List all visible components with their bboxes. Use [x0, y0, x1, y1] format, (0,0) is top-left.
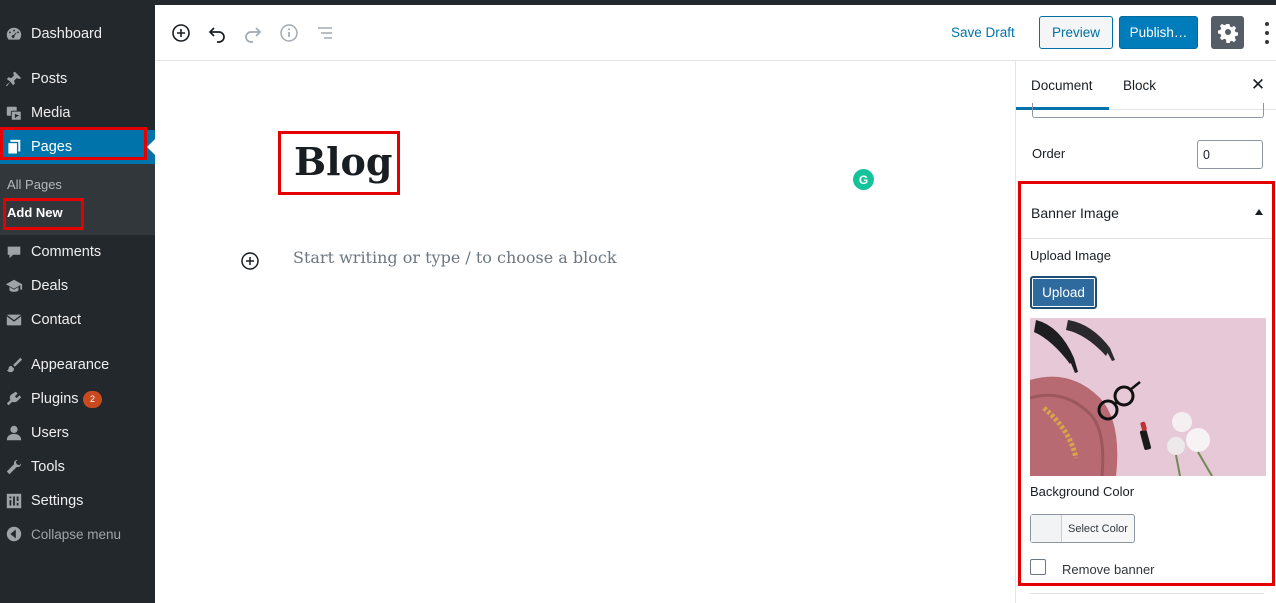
background-color-label: Background Color: [1030, 484, 1135, 499]
dashboard-icon: [4, 24, 24, 44]
banner-image-section: Banner Image Upload Image Upload Backgro…: [1018, 181, 1275, 586]
banner-image-header[interactable]: Banner Image: [1021, 184, 1272, 239]
sidebar-item-plugins[interactable]: Plugins 2: [0, 382, 155, 416]
add-block-icon[interactable]: [169, 21, 193, 45]
sidebar-item-label: Collapse menu: [31, 526, 122, 542]
graduation-cap-icon: [4, 276, 24, 296]
banner-image-preview: [1030, 318, 1266, 476]
media-icon: [4, 103, 24, 123]
partial-input-field[interactable]: [1032, 103, 1264, 118]
sidebar-item-label: Plugins: [31, 391, 79, 407]
sidebar-item-label: Deals: [31, 278, 69, 294]
sidebar-item-label: Pages: [31, 139, 73, 155]
sidebar-item-label: Comments: [31, 244, 102, 260]
order-label: Order: [1032, 146, 1066, 161]
update-count-badge: 2: [83, 390, 102, 408]
settings-toggle-button[interactable]: [1211, 16, 1244, 49]
sidebar-item-label: Posts: [31, 71, 68, 87]
tab-block[interactable]: Block: [1123, 78, 1156, 93]
sidebar-item-label: Dashboard: [31, 26, 102, 42]
redo-icon[interactable]: [241, 21, 265, 45]
save-draft-link[interactable]: Save Draft: [951, 25, 1015, 40]
inline-add-block-button[interactable]: [240, 251, 260, 271]
submenu-add-new[interactable]: Add New: [7, 205, 63, 220]
pin-icon: [4, 69, 24, 89]
sidebar-item-contact[interactable]: Contact: [0, 303, 155, 337]
caret-up-icon: [1255, 209, 1263, 215]
close-icon[interactable]: ✕: [1248, 75, 1268, 95]
brush-icon: [4, 355, 24, 375]
upload-button[interactable]: Upload: [1030, 276, 1097, 309]
upload-image-label: Upload Image: [1030, 248, 1111, 263]
plus-circle-icon: [241, 252, 259, 270]
submenu-all-pages[interactable]: All Pages: [7, 177, 62, 192]
more-vertical-icon: [1265, 22, 1269, 26]
sidebar-item-dashboard[interactable]: Dashboard: [0, 17, 155, 51]
more-options-button[interactable]: [1259, 19, 1275, 47]
editor-toolbar: Save Draft Preview Publish…: [155, 5, 1276, 61]
collapse-arrow-icon: [4, 524, 24, 544]
sidebar-item-pages[interactable]: Pages: [0, 130, 155, 164]
grammarly-icon[interactable]: G: [853, 169, 874, 190]
order-input[interactable]: [1197, 140, 1263, 169]
color-picker-button[interactable]: Select Color: [1030, 514, 1135, 543]
sidebar-item-posts[interactable]: Posts: [0, 62, 155, 96]
divider: [1030, 593, 1264, 594]
settings-sidebar: Document Block ✕ Order Banner Image Uplo…: [1015, 61, 1276, 603]
remove-banner-label: Remove banner: [1062, 562, 1155, 577]
admin-sidebar: Dashboard Posts Media Pages All Pages Ad…: [0, 5, 155, 603]
collapse-menu-button[interactable]: Collapse menu: [0, 517, 155, 551]
sidebar-item-tools[interactable]: Tools: [0, 450, 155, 484]
tab-document[interactable]: Document: [1031, 78, 1093, 93]
info-icon[interactable]: [277, 21, 301, 45]
editor-canvas: Blog G Start writing or type / to choose…: [155, 61, 1015, 603]
sidebar-item-label: Contact: [31, 312, 81, 328]
pages-icon: [4, 137, 24, 157]
post-title[interactable]: Blog: [294, 139, 392, 184]
block-navigation-icon[interactable]: [313, 21, 337, 45]
user-icon: [4, 423, 24, 443]
remove-banner-checkbox[interactable]: [1030, 559, 1046, 575]
sidebar-item-label: Settings: [31, 493, 84, 509]
wrench-icon: [4, 457, 24, 477]
publish-button[interactable]: Publish…: [1119, 16, 1198, 49]
sidebar-item-deals[interactable]: Deals: [0, 269, 155, 303]
sidebar-item-label: Appearance: [31, 357, 110, 373]
sidebar-item-users[interactable]: Users: [0, 416, 155, 450]
block-placeholder[interactable]: Start writing or type / to choose a bloc…: [293, 248, 617, 267]
preview-button[interactable]: Preview: [1039, 16, 1113, 49]
pages-submenu: All Pages Add New: [0, 164, 155, 235]
sidebar-item-appearance[interactable]: Appearance: [0, 348, 155, 382]
sidebar-item-label: Media: [31, 105, 71, 121]
select-color-label: Select Color: [1068, 522, 1128, 535]
plugin-icon: [4, 389, 24, 409]
sidebar-item-label: Users: [31, 425, 69, 441]
sidebar-item-settings[interactable]: Settings: [0, 484, 155, 518]
banner-image-title: Banner Image: [1031, 205, 1119, 221]
gear-icon: [1217, 23, 1238, 43]
settings-sliders-icon: [4, 491, 24, 511]
sidebar-item-label: Tools: [31, 459, 65, 475]
sidebar-item-comments[interactable]: Comments: [0, 235, 155, 269]
comment-icon: [4, 242, 24, 262]
sidebar-item-media[interactable]: Media: [0, 96, 155, 130]
color-swatch: [1031, 515, 1062, 542]
undo-icon[interactable]: [205, 21, 229, 45]
envelope-icon: [4, 310, 24, 330]
